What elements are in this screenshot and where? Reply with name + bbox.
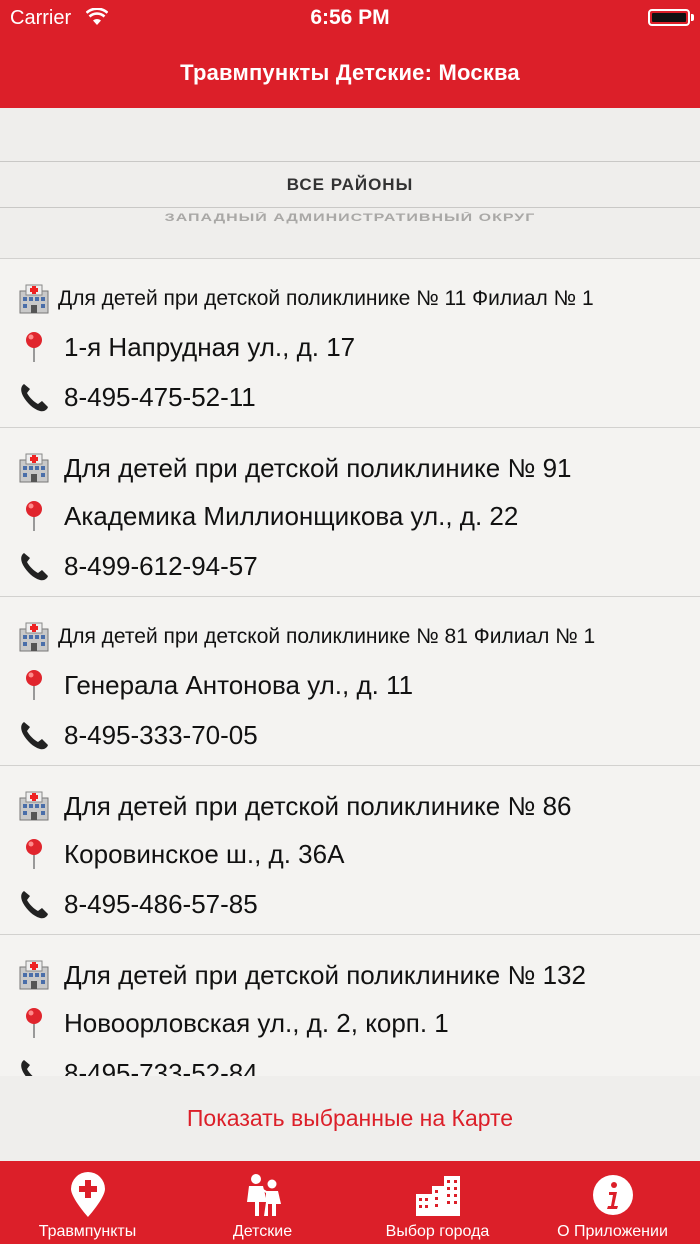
tab-bar: Травмпункты Детские Выбор города О Прило… (0, 1161, 700, 1244)
clinic-name: Для детей при детской поликлинике № 81 Ф… (58, 625, 596, 648)
pushpin-icon (18, 500, 50, 532)
pin-cross-icon (63, 1171, 113, 1219)
map-button-bar: Показать выбранные на Карте (0, 1076, 700, 1161)
hospital-icon (18, 283, 50, 315)
tab-label: Детские (232, 1223, 293, 1240)
pushpin-icon (18, 669, 50, 701)
page-title: Травмпункты Детские: Москва (180, 60, 520, 85)
list-item[interactable]: Для детей при детской поликлинике № 81 Ф… (0, 596, 700, 765)
list-item[interactable]: Для детей при детской поликлинике № 91 А… (0, 427, 700, 596)
clinic-name: Для детей при детской поликлинике № 86 (64, 790, 572, 821)
picker-selected-option[interactable]: ВСЕ РАЙОНЫ (0, 162, 700, 208)
list-item[interactable]: Для детей при детской поликлинике № 132 … (0, 934, 700, 1076)
show-on-map-button[interactable]: Показать выбранные на Карте (187, 1105, 513, 1132)
clinic-address-row[interactable]: 1-я Напрудная ул., д. 17 (18, 327, 355, 367)
hospital-icon (18, 790, 50, 822)
battery-icon (648, 9, 690, 26)
city-buildings-icon (413, 1171, 463, 1219)
clinic-phone: 8-499-612-94-57 (64, 550, 258, 581)
phone-icon (18, 550, 50, 582)
pushpin-icon (18, 331, 50, 363)
clinic-address: Новоорловская ул., д. 2, корп. 1 (64, 1007, 449, 1038)
clinic-address-row[interactable]: Коровинское ш., д. 36А (18, 834, 344, 874)
clinic-name: Для детей при детской поликлинике № 91 (64, 452, 572, 483)
clinic-list[interactable]: Для детей при детской поликлинике № 11 Ф… (0, 258, 700, 1076)
tab-children[interactable]: Детские (175, 1161, 350, 1244)
clinic-address-row[interactable]: Новоорловская ул., д. 2, корп. 1 (18, 1003, 449, 1043)
clinic-address-row[interactable]: Академика Миллионщикова ул., д. 22 (18, 496, 518, 536)
clinic-phone: 8-495-333-70-05 (64, 719, 258, 750)
clinic-address: Коровинское ш., д. 36А (64, 838, 345, 869)
nav-header: Carrier 6:56 PM Травмпункты Детские: Мос… (0, 0, 700, 108)
picker-next-option[interactable]: ЗАПАДНЫЙ АДМИНИСТРАТИВНЫЙ ОКРУГ (0, 212, 700, 238)
pushpin-icon (18, 1007, 50, 1039)
children-icon (238, 1171, 288, 1219)
clinic-phone-row[interactable]: 8-495-486-57-85 (18, 884, 258, 924)
clinic-name: Для детей при детской поликлинике № 11 Ф… (58, 287, 594, 310)
phone-icon (18, 888, 50, 920)
battery-cap (691, 14, 694, 21)
clinic-name-row: Для детей при детской поликлинике № 11 Ф… (18, 279, 594, 319)
clinic-name-row: Для детей при детской поликлинике № 132 (18, 955, 586, 995)
clinic-phone-row[interactable]: 8-495-475-52-11 (18, 377, 256, 417)
clinic-name-row: Для детей при детской поликлинике № 86 (18, 786, 572, 826)
phone-icon (18, 381, 50, 413)
hospital-icon (18, 959, 50, 991)
phone-icon (18, 719, 50, 751)
clinic-phone: 8-495-486-57-85 (64, 888, 258, 919)
tab-about[interactable]: О Приложении (525, 1161, 700, 1244)
tab-label: Травмпункты (38, 1223, 137, 1240)
clinic-phone-row[interactable]: 8-499-612-94-57 (18, 546, 258, 586)
clinic-phone-row[interactable]: 8-495-333-70-05 (18, 715, 258, 755)
clinic-address: 1-я Напрудная ул., д. 17 (64, 331, 356, 362)
clinic-name-row: Для детей при детской поликлинике № 91 (18, 448, 572, 488)
clinic-address: Академика Миллионщикова ул., д. 22 (64, 500, 519, 531)
pushpin-icon (18, 838, 50, 870)
clinic-name-row: Для детей при детской поликлинике № 81 Ф… (18, 617, 595, 657)
list-item[interactable]: Для детей при детской поликлинике № 86 К… (0, 765, 700, 934)
clinic-phone: 8-495-733-52-84 (64, 1057, 258, 1077)
clinic-address: Генерала Антонова ул., д. 11 (64, 669, 414, 700)
phone-icon (18, 1057, 50, 1076)
status-bar: Carrier 6:56 PM (0, 0, 700, 36)
clinic-phone-row[interactable]: 8-495-733-52-84 (18, 1053, 258, 1076)
status-time: 6:56 PM (310, 6, 390, 29)
clinic-name: Для детей при детской поликлинике № 132 (64, 959, 586, 990)
hospital-icon (18, 452, 50, 484)
tab-trauma-centers[interactable]: Травмпункты (0, 1161, 175, 1244)
tab-label: Выбор города (385, 1223, 490, 1240)
picker-next-label: ЗАПАДНЫЙ АДМИНИСТРАТИВНЫЙ ОКРУГ (164, 212, 536, 224)
clinic-address-row[interactable]: Генерала Антонова ул., д. 11 (18, 665, 413, 705)
list-item[interactable]: Для детей при детской поликлинике № 11 Ф… (0, 258, 700, 427)
clinic-phone: 8-495-475-52-11 (64, 381, 256, 412)
hospital-icon (18, 621, 50, 653)
tab-label: О Приложении (557, 1223, 668, 1240)
info-icon (588, 1171, 638, 1219)
tab-city-select[interactable]: Выбор города (350, 1161, 525, 1244)
